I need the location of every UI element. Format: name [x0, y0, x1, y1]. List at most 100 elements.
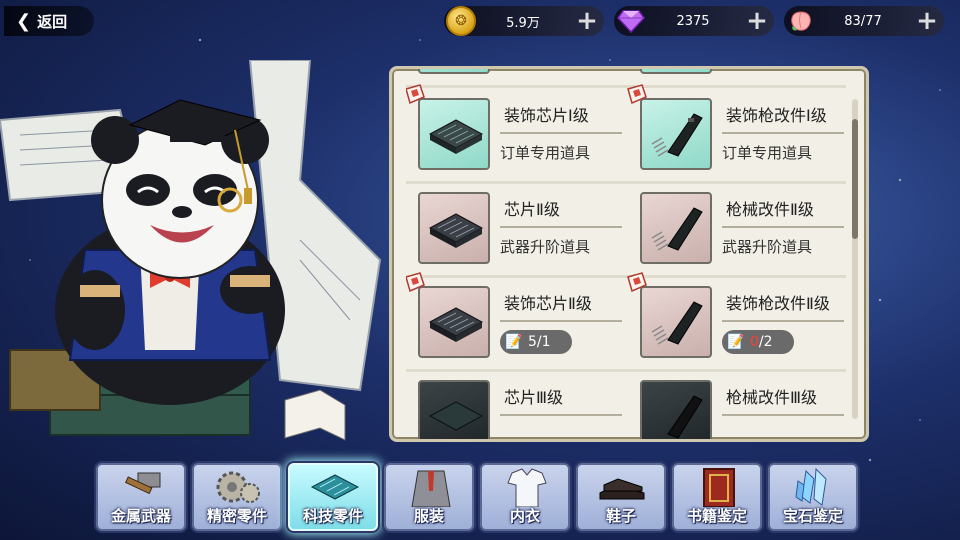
item-info: 装饰芯片Ⅱ级 📝 5/1	[500, 286, 622, 358]
order-badge-icon	[406, 84, 425, 105]
item-desc: 订单专用道具	[722, 144, 813, 162]
tab-shoes[interactable]: 鞋子	[576, 463, 666, 531]
stamina-resource: 83/77 +	[784, 6, 944, 36]
back-label: 返回	[37, 12, 68, 31]
panda-scholar-illustration	[0, 60, 382, 441]
tab-label: 金属武器	[110, 507, 171, 525]
item-name: 枪械改件Ⅱ级	[722, 192, 844, 228]
item-slot	[640, 380, 712, 439]
quantity-pill: 📝 0/2	[722, 330, 794, 354]
purple-gem-icon	[616, 6, 646, 36]
add-gem-button[interactable]: +	[740, 6, 774, 36]
item-count-need: /2	[758, 334, 773, 350]
gun-part-icon	[651, 301, 703, 345]
item-slot	[640, 69, 712, 74]
tab-gem-appraisal[interactable]: 宝石鉴定	[768, 463, 858, 531]
item-slot	[640, 192, 712, 264]
peach-stamina-icon	[786, 6, 816, 36]
shirt-icon	[507, 468, 547, 507]
item-count-have: 0	[750, 334, 759, 350]
item-name: 芯片Ⅲ级	[500, 380, 622, 416]
item-cell[interactable]: 装饰枪改件Ⅰ级 订单专用道具	[627, 84, 846, 179]
chip-icon	[428, 119, 484, 154]
item-slot	[640, 286, 712, 358]
item-desc: 武器升阶道具	[500, 238, 591, 256]
item-slot	[418, 69, 490, 74]
tab-underwear[interactable]: 内衣	[480, 463, 570, 531]
item-grid: 装饰芯片Ⅰ级 订单专用道具 装饰枪改件Ⅰ级 订单专用道具 芯片Ⅱ级 武器升阶道具…	[406, 69, 846, 439]
tab-label: 内衣	[509, 507, 540, 525]
tab-tech-parts[interactable]: 科技零件	[288, 463, 378, 531]
item-info: 装饰芯片Ⅰ级 订单专用道具	[500, 98, 622, 170]
order-badge-icon	[627, 272, 647, 293]
order-badge-icon	[406, 272, 425, 293]
item-cell[interactable]: 芯片Ⅱ级 武器升阶道具	[406, 183, 624, 273]
tech-chip-icon	[310, 474, 360, 500]
item-desc: 武器升阶道具	[722, 238, 813, 256]
chip-icon	[428, 401, 484, 431]
item-name: 装饰芯片Ⅰ级	[500, 98, 622, 134]
gold-coin-icon: ❂	[446, 6, 476, 36]
tab-label: 精密零件	[206, 507, 267, 525]
gun-part-icon	[651, 113, 703, 157]
item-count: 5/1	[528, 334, 551, 350]
add-gold-button[interactable]: +	[570, 6, 604, 36]
item-cell[interactable]	[628, 69, 846, 83]
item-slot	[418, 380, 490, 439]
gem-value: 2375	[676, 13, 710, 29]
item-cell[interactable]: 装饰枪改件Ⅱ级 📝 0/2	[627, 272, 846, 367]
item-row: 装饰芯片Ⅰ级 订单专用道具 装饰枪改件Ⅰ级 订单专用道具	[406, 84, 846, 179]
item-name: 枪械改件Ⅲ级	[722, 380, 844, 416]
item-info: 枪械改件Ⅲ级	[722, 380, 844, 439]
gun-part-icon	[667, 395, 703, 439]
panel-scrollbar[interactable]	[852, 99, 858, 419]
back-button[interactable]: ❮ 返回	[4, 6, 94, 36]
item-cell[interactable]: 芯片Ⅲ级	[406, 371, 624, 439]
tab-label: 科技零件	[302, 507, 363, 525]
tab-book-appraisal[interactable]: 书籍鉴定	[672, 463, 762, 531]
inventory-panel: 装饰芯片Ⅰ级 订单专用道具 装饰枪改件Ⅰ级 订单专用道具 芯片Ⅱ级 武器升阶道具…	[389, 66, 869, 442]
item-info: 芯片Ⅱ级 武器升阶道具	[500, 192, 622, 264]
gem-resource: 2375 +	[614, 6, 774, 36]
add-stamina-button[interactable]: +	[910, 6, 944, 36]
tab-label: 鞋子	[605, 507, 636, 525]
item-row-partial	[406, 69, 846, 83]
item-slot	[640, 98, 712, 170]
chevron-left-icon: ❮	[16, 10, 32, 32]
item-cell[interactable]	[406, 69, 624, 83]
item-name: 装饰芯片Ⅱ级	[500, 286, 622, 322]
item-slot	[418, 286, 490, 358]
item-row: 芯片Ⅱ级 武器升阶道具 枪械改件Ⅱ级 武器升阶道具	[406, 183, 846, 273]
order-book-icon: 📝	[727, 334, 745, 350]
item-slot	[418, 98, 490, 170]
chip-icon	[428, 307, 484, 342]
item-cell[interactable]: 枪械改件Ⅱ级 武器升阶道具	[628, 183, 846, 273]
item-desc: 订单专用道具	[500, 144, 591, 162]
item-slot	[418, 192, 490, 264]
item-name: 芯片Ⅱ级	[500, 192, 622, 228]
item-row: 装饰芯片Ⅱ级 📝 5/1 装饰枪改件Ⅱ级 📝 0/2	[406, 272, 846, 367]
chip-icon	[428, 213, 484, 248]
item-info: 装饰枪改件Ⅱ级 📝 0/2	[722, 286, 844, 358]
tab-clothing[interactable]: 服装	[384, 463, 474, 531]
gold-resource: ❂ 5.9万 +	[444, 6, 604, 36]
tab-label: 书籍鉴定	[686, 507, 747, 525]
item-info: 芯片Ⅲ级	[500, 380, 622, 439]
gold-value: 5.9万	[506, 15, 540, 31]
quantity-pill: 📝 5/1	[500, 330, 572, 354]
item-info: 枪械改件Ⅱ级 武器升阶道具	[722, 192, 844, 264]
book-icon	[703, 468, 735, 507]
scrollbar-thumb[interactable]	[852, 119, 858, 239]
item-cell[interactable]: 装饰芯片Ⅱ级 📝 5/1	[406, 272, 624, 367]
hammer-icon	[125, 472, 161, 495]
tab-precision-parts[interactable]: 精密零件	[192, 463, 282, 531]
item-cell[interactable]: 枪械改件Ⅲ级	[628, 371, 846, 439]
tab-metal-weapons[interactable]: 金属武器	[96, 463, 186, 531]
item-cell[interactable]: 装饰芯片Ⅰ级 订单专用道具	[406, 84, 624, 179]
order-book-icon: 📝	[505, 334, 523, 350]
stamina-value: 83/77	[844, 13, 882, 29]
gun-part-icon	[651, 207, 703, 251]
tab-label: 服装	[413, 507, 444, 525]
category-tabs: 金属武器 精密零件 科技零件 服装 内衣 鞋子 书籍鉴定 宝石鉴定	[96, 463, 864, 531]
item-row: 芯片Ⅲ级 枪械改件Ⅲ级	[406, 371, 846, 439]
